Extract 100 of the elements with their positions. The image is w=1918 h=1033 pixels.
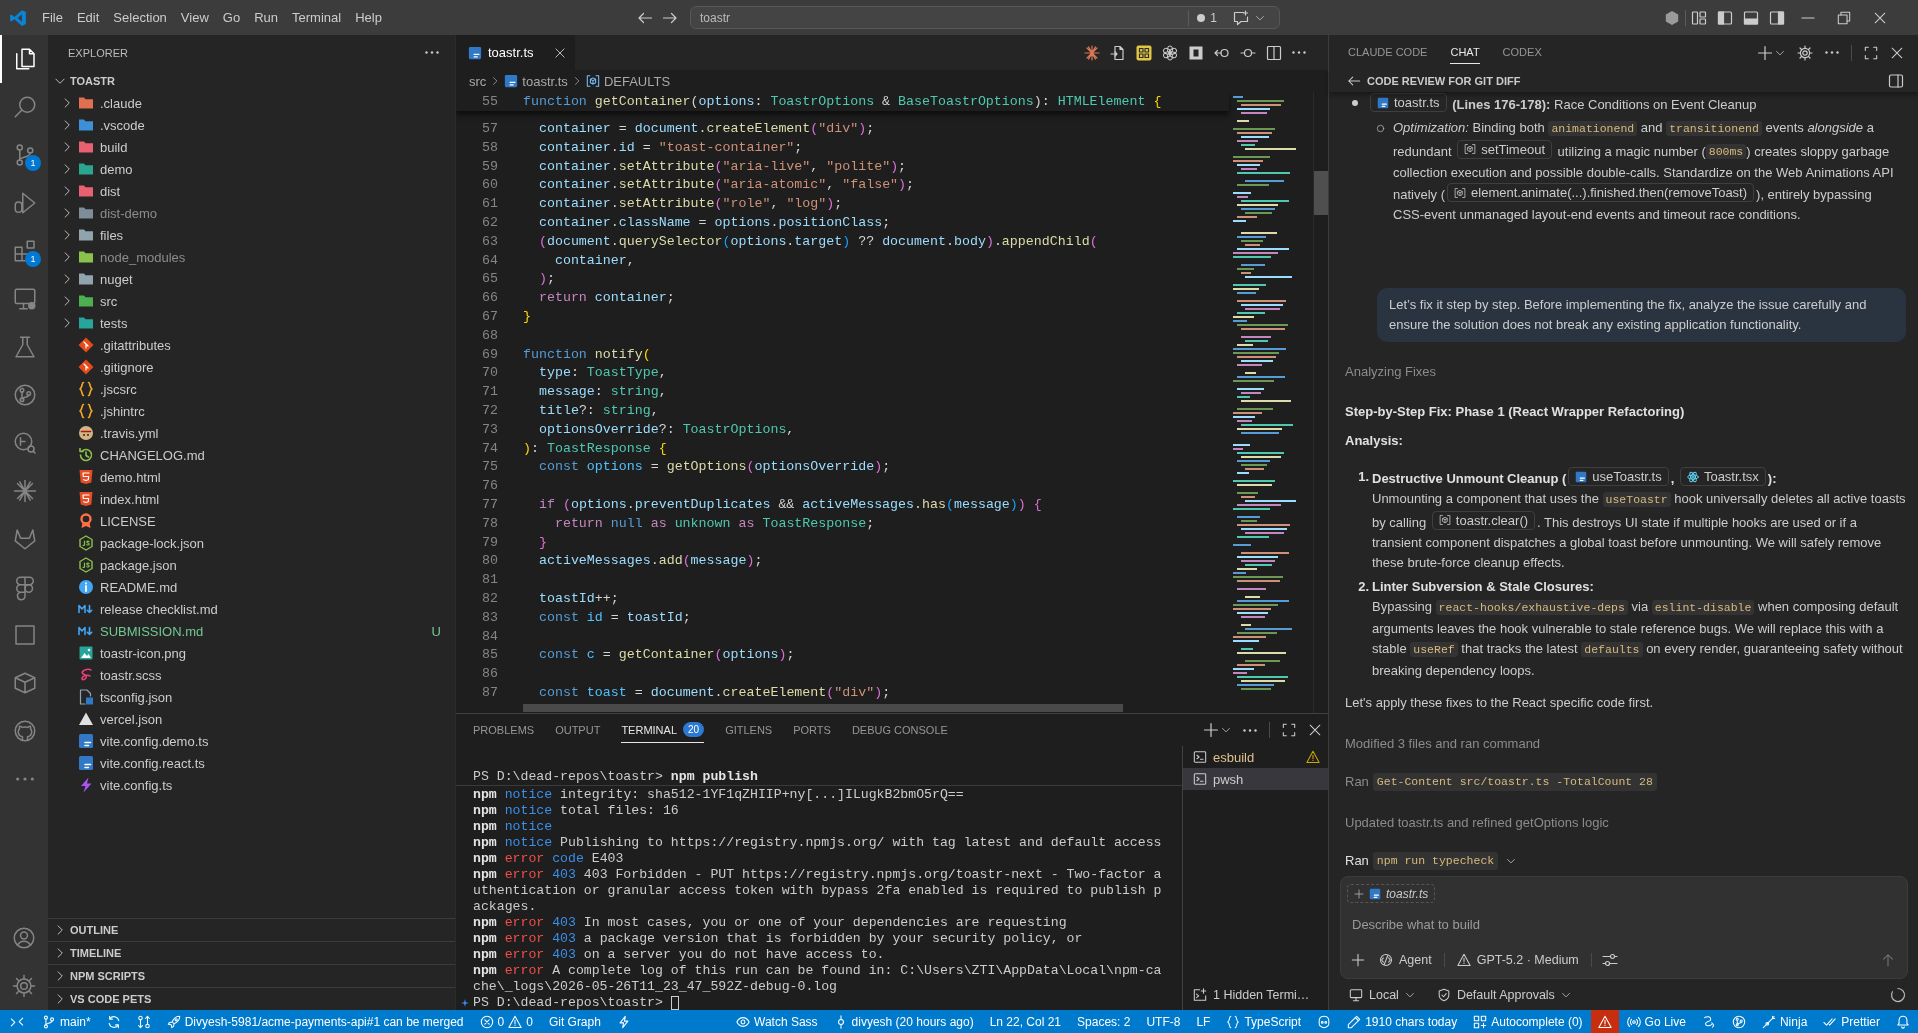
minimize-icon[interactable] [1801,16,1815,19]
more-icon[interactable] [1825,51,1839,54]
robot-face-icon[interactable] [1317,1014,1332,1029]
command-center[interactable]: toastr 1 [690,6,1280,29]
git-circle-icon[interactable] [1731,1014,1746,1029]
breadcrumb-item[interactable]: DEFAULTS [585,73,671,89]
activity-button[interactable]: 1 [0,131,48,179]
menu-item[interactable]: Help [348,5,389,30]
tree-item[interactable]: toastr.scss [48,664,455,686]
reference-link[interactable]: useToastr.ts [1568,467,1669,486]
compare-icon[interactable] [136,1014,151,1029]
status-bar-item[interactable]: Spaces: 2 [1069,1010,1139,1033]
close-icon[interactable] [1890,45,1904,60]
status-bar-item[interactable]: UTF-8 [1138,1010,1189,1033]
tree-item[interactable]: toastr-icon.png [48,642,455,664]
status-bar-item[interactable]: TypeScript [1218,1010,1310,1033]
tree-item[interactable]: vite.config.demo.ts [48,730,455,752]
sidebar-right-icon[interactable] [1769,9,1785,26]
reference-link[interactable]: toastr.clear() [1431,510,1536,530]
chat-icon[interactable] [1233,9,1249,26]
context-chip[interactable]: toastr.ts [1347,884,1436,903]
send-icon[interactable] [1881,953,1895,967]
tree-item[interactable]: .travis.yml [48,422,455,444]
status-bar-item[interactable]: LF [1188,1010,1219,1033]
maximize-icon[interactable] [1282,723,1296,737]
grid-tile-icon[interactable] [1136,44,1152,61]
plus-icon[interactable] [1351,953,1365,967]
section-header[interactable]: TIMELINE [48,941,455,964]
section-header[interactable]: OUTLINE [48,918,455,941]
tree-item[interactable]: dist-demo [48,202,455,224]
sync-icon[interactable] [106,1014,121,1029]
hidden-terminals-button[interactable]: 1 Hidden Termi… [1183,984,1328,1006]
breadcrumb-item[interactable]: toastr.ts [504,73,568,89]
reference-link[interactable]: setTimeout [1457,139,1552,159]
panel-tab[interactable]: DEBUG CONSOLE [851,717,948,743]
bell-icon[interactable] [1896,1014,1910,1029]
tree-item[interactable]: README.md [48,576,455,598]
panel-tab[interactable]: CLAUDE CODE [1348,41,1428,64]
panel-tab[interactable]: GITLENS [725,717,773,743]
menu-item[interactable]: Terminal [285,5,349,30]
terminal-tab[interactable]: esbuild [1183,746,1328,768]
more-icon[interactable] [425,51,439,54]
status-bar-item[interactable]: 1910 chars today [1339,1010,1466,1033]
menu-item[interactable]: Selection [106,5,174,30]
tree-item[interactable]: vite.config.react.ts [48,752,455,774]
tree-item[interactable]: demo.html [48,466,455,488]
account-icon[interactable] [12,926,36,950]
remote-icon[interactable] [10,1014,24,1029]
status-bar-item[interactable]: Ninja [1753,1010,1816,1033]
tree-item[interactable]: SUBMISSION.md U [48,620,455,642]
more-icon[interactable] [1292,51,1306,54]
tree-item[interactable]: tsconfig.json [48,686,455,708]
menu-item[interactable]: View [173,5,216,30]
editor-tab[interactable]: toastr.ts [456,35,575,70]
caret-icon[interactable] [1221,725,1231,735]
panel-bottom-icon[interactable] [1743,9,1759,26]
tree-item[interactable]: demo [48,158,455,180]
close-icon[interactable] [1873,10,1887,25]
split-editor-icon[interactable] [1266,44,1282,61]
tree-item[interactable]: index.html [48,488,455,510]
message-input[interactable]: Describe what to build [1347,914,1895,934]
tree-item[interactable]: nuget [48,268,455,290]
menu-item[interactable]: Edit [69,5,107,30]
layout-icon[interactable] [1691,9,1707,26]
maximize-icon[interactable] [1864,45,1878,60]
tree-item[interactable]: vercel.json [48,708,455,730]
close-icon[interactable] [1308,723,1322,737]
tree-item[interactable]: CHANGELOG.md [48,444,455,466]
mode-dropdown[interactable]: Agent [1373,953,1438,967]
squiggle-icon[interactable] [1701,1014,1716,1029]
tree-item[interactable]: .gitattributes [48,334,455,356]
breadcrumb-item[interactable]: src [469,73,487,89]
panel-tab[interactable]: OUTPUT [555,717,601,743]
tree-item[interactable]: node_modules [48,246,455,268]
menu-item[interactable]: Go [215,5,248,30]
panel-tab[interactable]: PORTS [793,717,831,743]
back-arrow-icon[interactable] [1347,74,1361,88]
model-dropdown[interactable]: GPT-5.2 · Medium [1450,953,1585,967]
approvals-dropdown[interactable]: Default Approvals [1436,987,1571,1002]
settings-icon[interactable] [1797,44,1813,61]
knot-icon[interactable] [1162,44,1178,61]
command-text[interactable]: npm run typecheck [1372,852,1499,871]
location-dropdown[interactable]: Local [1349,987,1415,1002]
tree-item[interactable]: build [48,136,455,158]
plus-icon[interactable] [1203,722,1219,738]
tree-item[interactable]: release checklist.md [48,598,455,620]
tree-item[interactable]: .jshintrc [48,400,455,422]
menu-item[interactable]: File [35,5,70,30]
panel-tab[interactable]: TERMINAL 20 [621,717,705,743]
terminal-tab[interactable]: pwsh [1183,768,1328,790]
tree-item[interactable]: .gitignore [48,356,455,378]
status-bar-item[interactable]: Ln 22, Col 21 [981,1010,1070,1033]
status-bar-item[interactable]: Git Graph [540,1010,609,1033]
sparkle-icon[interactable] [460,999,469,1007]
hexagon-icon[interactable] [1664,9,1680,26]
plus-icon[interactable] [1757,44,1773,61]
panel-toggle-icon[interactable] [1888,73,1904,89]
tree-item[interactable]: .jscsrc [48,378,455,400]
panel-tab[interactable]: PROBLEMS [473,717,535,743]
scrollbar-thumb[interactable] [523,703,1123,712]
